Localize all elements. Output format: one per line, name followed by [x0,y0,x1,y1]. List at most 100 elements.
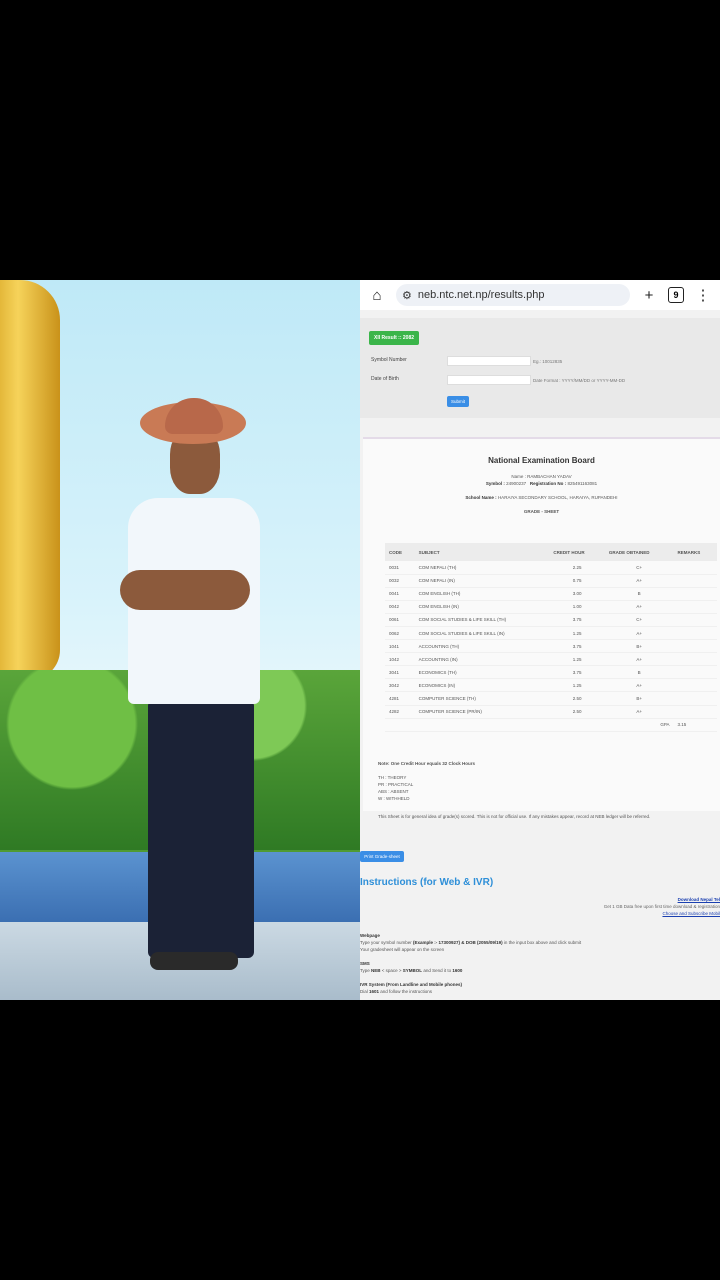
address-box[interactable]: ⚙ neb.ntc.net.np/results.php [396,284,630,306]
cell-grade: B [604,587,674,601]
cell-code: 1042 [385,652,415,667]
cell-remarks [673,691,717,706]
cell-credit: 1.25 [549,626,605,641]
cell-remarks [673,705,717,719]
cell-remarks [673,613,717,627]
webpage-example: (Example :- 17300927) & DOB (2055/09/19) [413,940,503,945]
sms-text-a: Type [360,968,372,973]
cell-subject: COM NEPALI (IN) [414,574,550,588]
cell-subject: ECONOMICS (IN) [414,678,550,693]
site-settings-icon[interactable]: ⚙ [402,289,412,302]
instructions-title: Instructions (for Web & IVR) [360,877,494,888]
cell-credit: 3.75 [549,613,605,627]
table-row: 1041 ACCOUNTING (TH) 3.75 B+ [385,639,717,654]
cell-grade: A+ [604,705,674,719]
cell-subject: COM ENGLISH (IN) [414,600,550,614]
table-row: 0031 COM NEPALI (TH) 2.25 C+ [385,561,717,575]
sms-number: 1600 [452,968,463,973]
cell-grade: A+ [604,652,674,667]
cell-code: 1041 [385,639,415,654]
grades-table: CODE SUBJECT CREDIT HOUR GRADE OBTAINED … [385,543,717,732]
cell-subject: ACCOUNTING (IN) [414,652,550,667]
home-icon[interactable]: ⌂ [366,287,388,304]
legend-item: PR : PRACTICAL [378,782,414,787]
free-data-text: Get 1 GB Data free upon first time downl… [603,904,720,909]
cell-code: 0041 [385,587,415,601]
cell-grade: B+ [604,691,674,706]
cell-grade: A+ [604,626,674,641]
submit-button[interactable]: Submit [447,396,469,407]
cell-credit: 3.75 [549,665,605,680]
board-title: National Examination Board [488,456,595,465]
table-row: 3042 ECONOMICS (IN) 1.25 A+ [385,678,717,693]
table-row: 3041 ECONOMICS (TH) 3.75 B [385,665,717,680]
cell-code: 3041 [385,665,415,680]
cell-remarks [673,639,717,654]
dob-input[interactable] [447,375,531,385]
ivr-number: 1601 [369,989,380,994]
print-gradesheet-button[interactable]: Print Grade-sheet [360,851,404,862]
school-line: School Name : HARAIYA SECONDARY SCHOOL, … [363,495,720,500]
cell-remarks [673,626,717,641]
cell-remarks [673,587,717,601]
col-code: CODE [385,543,415,561]
cell-grade: C+ [604,613,674,627]
subscribe-link[interactable]: Choose and Subscribe Mobil [662,911,720,916]
student-name: Name : RAMBACHAN YADAV [511,474,572,479]
webpage-text-b: in the input box above and click submit [502,940,582,945]
collage: ⌂ ⚙ neb.ntc.net.np/results.php + 9 ⋮ XII… [0,280,720,1000]
table-row: 0032 COM NEPALI (IN) 0.75 A+ [385,574,717,588]
legend-item: TH : THEORY [378,775,407,780]
dob-hint: Date Format : YYYY/MM/DD or YYYY-MM-DD [533,378,626,383]
grade-rows: 0031 COM NEPALI (TH) 2.25 C+ 0032 COM NEPALI … [385,561,717,719]
legend-item: ABS : ABSENT [378,789,409,794]
cell-code: 0042 [385,600,415,614]
crossed-arms [120,570,250,610]
table-row: 1042 ACCOUNTING (IN) 1.25 A+ [385,652,717,667]
grade-sheet-title: GRADE - SHEET [523,509,560,514]
grade-sheet: National Examination Board Name : RAMBAC… [363,437,720,819]
sms-text-b: < space > [380,968,403,973]
sms-keyword: NEB [371,968,381,973]
pants [148,700,254,958]
cell-grade: C+ [604,561,674,575]
symbol-label-text: Symbol : [485,481,507,486]
cell-grade: B+ [604,639,674,654]
symbol-hint: Eg.: 10012835 [533,359,563,364]
disclaimer: This Sheet is for general idea of grade(… [378,814,651,819]
cell-remarks [673,652,717,667]
cell-subject: COM ENGLISH (TH) [414,587,550,601]
browser-screenshot: ⌂ ⚙ neb.ntc.net.np/results.php + 9 ⋮ XII… [360,280,720,1000]
symbol-input[interactable] [447,356,531,366]
cell-grade: B [604,665,674,680]
reg-value: 825491163081 [567,481,598,486]
cell-remarks [673,600,717,614]
legend-item: W : WITHHELD [378,796,410,801]
cell-code: 0031 [385,561,415,575]
sms-text-c: and Send it to [422,968,453,973]
tab-count-button[interactable]: 9 [668,287,684,303]
cell-subject: COMPUTER SCIENCE (PR/IN) [414,705,550,719]
cell-credit: 1.00 [549,600,605,614]
table-row: 0062 COM SOCIAL STUDIES & LIFE SKILL (IN)… [385,626,717,641]
cell-code: 4281 [385,691,415,706]
cell-subject: COM SOCIAL STUDIES & LIFE SKILL (TH) [414,613,550,627]
cell-remarks [673,574,717,588]
table-row: 0042 COM ENGLISH (IN) 1.00 A+ [385,600,717,614]
download-app-link[interactable]: Download Nepal Tel [678,897,720,902]
cell-remarks [673,665,717,680]
cell-subject: COM SOCIAL STUDIES & LIFE SKILL (IN) [414,626,550,641]
right-shoe [186,952,238,970]
cell-subject: COM NEPALI (TH) [414,561,550,575]
school-value: HARAIYA SECONDARY SCHOOL, HARAIYA, RUPAN… [497,495,618,500]
more-icon[interactable]: ⋮ [692,286,714,304]
table-row: 0061 COM SOCIAL STUDIES & LIFE SKILL (TH)… [385,613,717,627]
url-text: neb.ntc.net.np/results.php [417,289,545,301]
gpa-row: GPA 3.15 [385,718,717,732]
gpa-label: GPA [549,718,674,732]
sms-symbol: SYMBOL [402,968,423,973]
reg-label-text: Registration No : [529,481,568,486]
gpa-value: 3.15 [673,718,717,732]
cell-remarks [673,678,717,693]
add-tab-icon[interactable]: + [638,287,660,304]
